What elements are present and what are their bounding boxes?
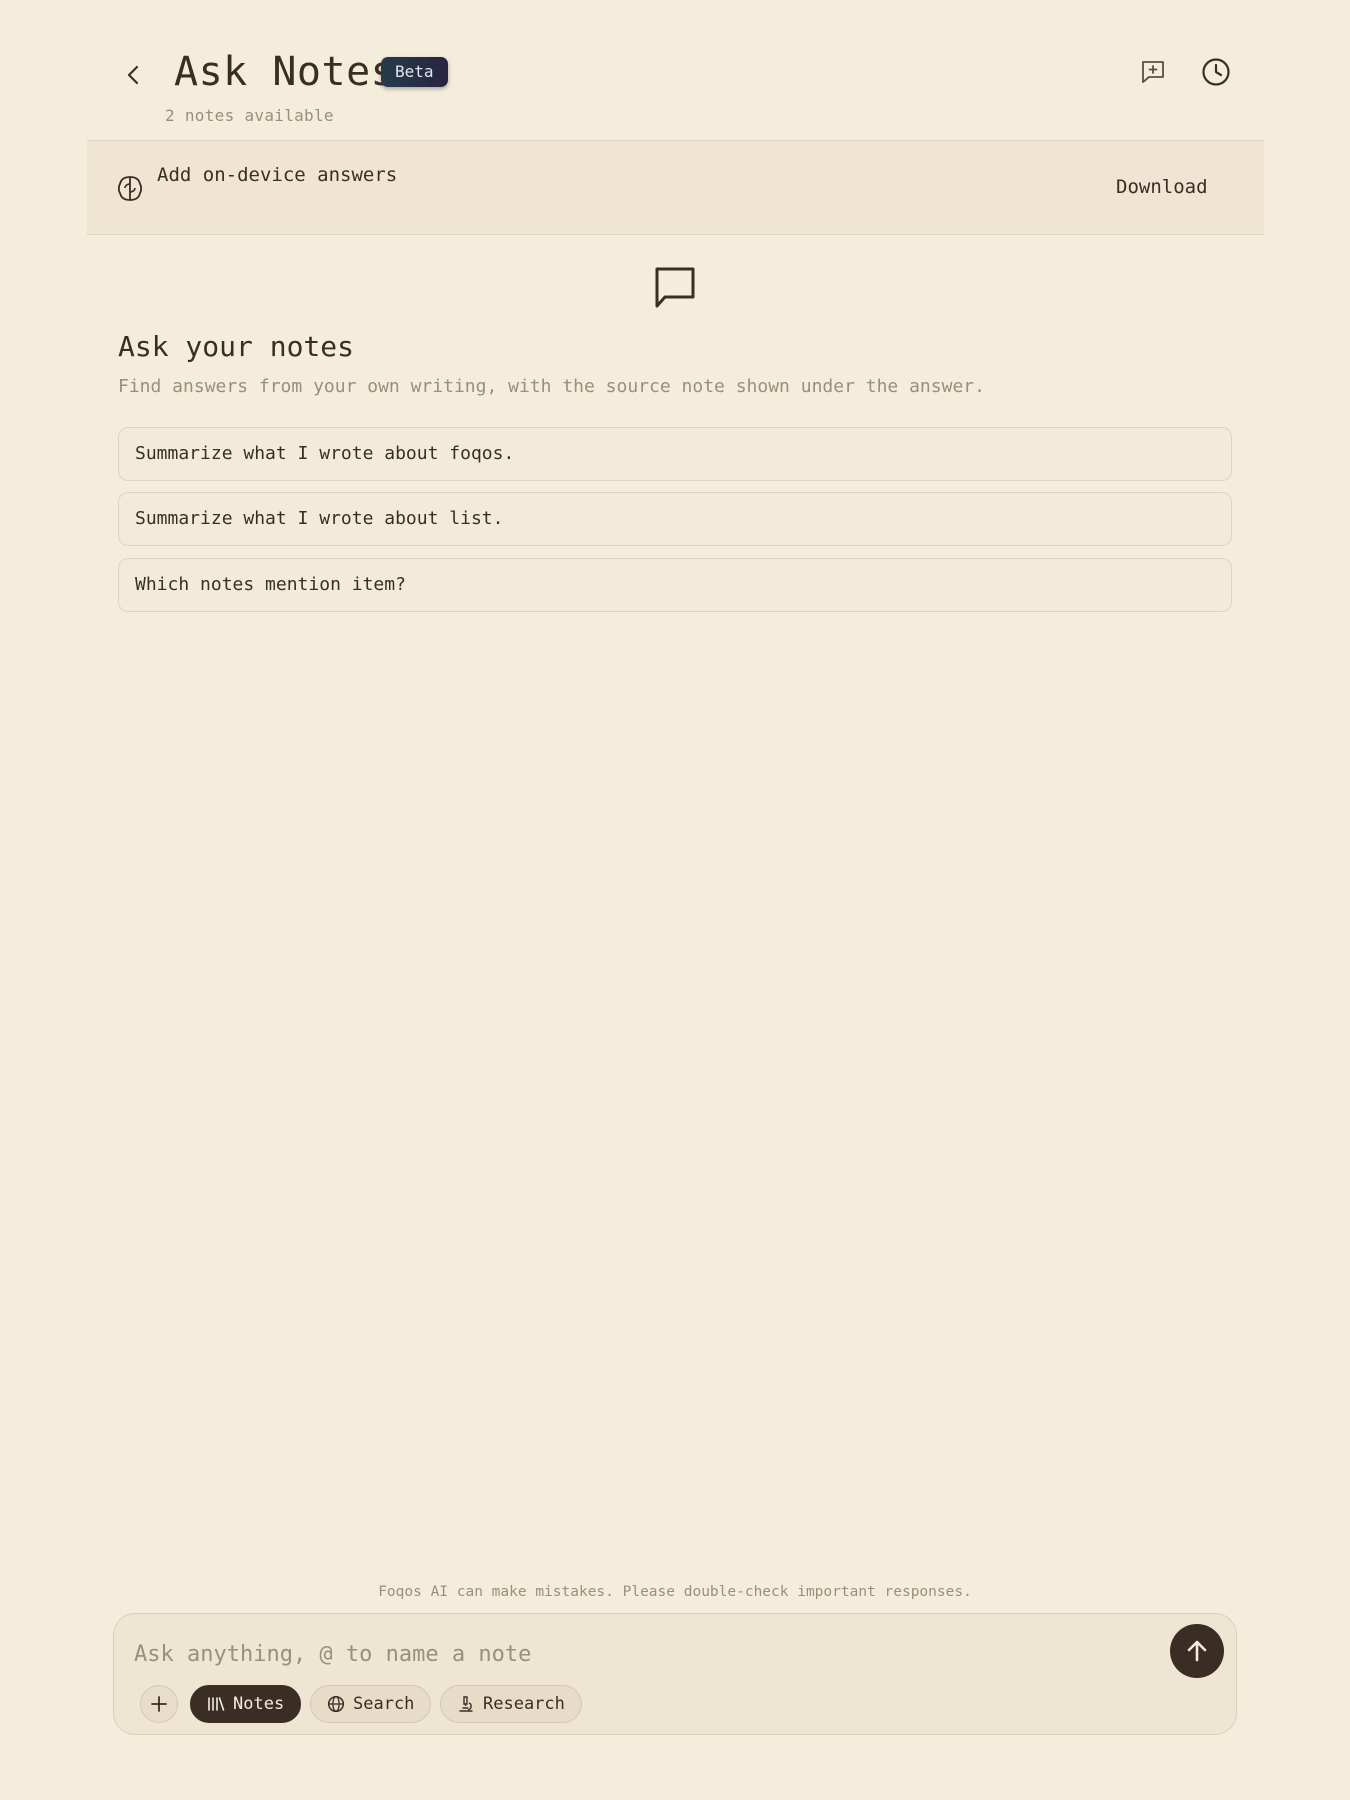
page-title: Ask Notes bbox=[174, 49, 396, 95]
suggestion-item[interactable]: Which notes mention item? bbox=[118, 558, 1232, 612]
plus-icon bbox=[151, 1696, 167, 1712]
send-button[interactable] bbox=[1170, 1624, 1224, 1678]
back-button[interactable] bbox=[112, 53, 156, 97]
search-chip-label: Search bbox=[353, 1694, 415, 1714]
attach-button[interactable] bbox=[140, 1685, 178, 1723]
banner-text: Add on-device answers bbox=[157, 164, 398, 186]
empty-state-description: Find answers from your own writing, with… bbox=[118, 376, 985, 397]
suggestion-item[interactable]: Summarize what I wrote about foqos. bbox=[118, 427, 1232, 481]
empty-state-heading: Ask your notes bbox=[118, 330, 355, 363]
microscope-icon bbox=[459, 1696, 473, 1712]
research-chip-label: Research bbox=[483, 1694, 565, 1714]
chevron-left-icon bbox=[127, 65, 139, 85]
clock-icon bbox=[1202, 58, 1230, 86]
globe-icon bbox=[327, 1695, 345, 1713]
notes-mode-chip[interactable]: Notes bbox=[190, 1685, 302, 1723]
suggestion-item[interactable]: Summarize what I wrote about list. bbox=[118, 492, 1232, 546]
history-button[interactable] bbox=[1194, 50, 1238, 94]
brain-icon bbox=[117, 174, 143, 202]
search-mode-chip[interactable]: Search bbox=[310, 1685, 432, 1723]
on-device-banner bbox=[87, 140, 1264, 235]
disclaimer: Foqos AI can make mistakes. Please doubl… bbox=[378, 1584, 972, 1600]
download-button[interactable]: Download bbox=[1110, 172, 1214, 202]
beta-badge: Beta bbox=[381, 57, 448, 87]
message-plus-icon bbox=[1142, 61, 1164, 83]
prompt-input[interactable] bbox=[134, 1634, 954, 1674]
new-chat-button[interactable] bbox=[1131, 50, 1175, 94]
notes-count: 2 notes available bbox=[165, 106, 334, 125]
library-icon bbox=[208, 1697, 225, 1711]
arrow-up-icon bbox=[1187, 1640, 1207, 1662]
research-mode-chip[interactable]: Research bbox=[440, 1685, 582, 1723]
notes-chip-label: Notes bbox=[233, 1694, 285, 1714]
chat-bubble-icon bbox=[652, 266, 698, 310]
